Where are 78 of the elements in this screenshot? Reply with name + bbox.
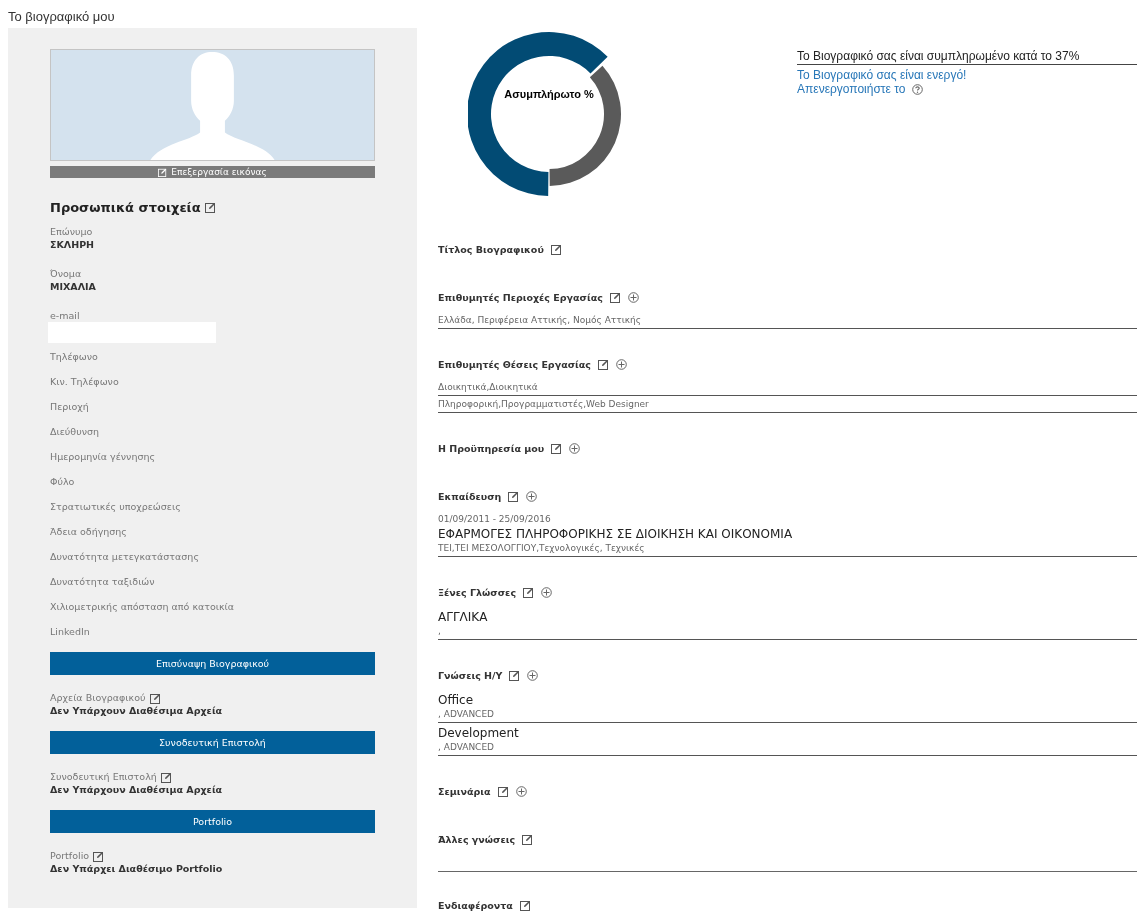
entry-detail: , ADVANCED: [438, 741, 496, 754]
field-value: Δεν Υπάρχουν Διαθέσιμα Αρχεία: [50, 704, 224, 718]
field-label: Διεύθυνση: [50, 426, 100, 438]
add-icon[interactable]: [627, 291, 639, 303]
field-label: Συνοδευτική Επιστολή: [50, 771, 157, 783]
section-heading: Προσωπικά στοιχεία: [50, 200, 201, 215]
field-value: Δεν Υπάρχει Διαθέσιμο Portfolio: [50, 862, 224, 876]
field-label: Στρατιωτικές υποχρεώσεις: [50, 501, 182, 513]
field-value: ΣΚΛΗΡΗ: [50, 238, 96, 252]
field-label: Ημερομηνία γέννησης: [50, 451, 157, 463]
section-heading: Ξένες Γλώσσες: [438, 586, 517, 598]
field-label: Άδεια οδήγησης: [50, 526, 128, 538]
active-status: Το Βιογραφικό σας είναι ενεργό!: [797, 68, 968, 82]
field-label: Επώνυμο: [50, 226, 94, 238]
entry-title: ΕΦΑΡΜΟΓΕΣ ΠΛΗΡΟΦΟΡΙΚΗΣ ΣΕ ΔΙΟΙΚΗΣΗ ΚΑΙ ΟΙΚΟΝΟΜΙΑ: [438, 526, 794, 542]
attach-button[interactable]: Επισύναψη Βιογραφικού: [50, 652, 375, 675]
field-label: Κιν. Τηλέφωνο: [50, 376, 120, 388]
field-label: Αρχεία Βιογραφικού: [50, 692, 146, 704]
section-heading: Γνώσεις Η/Υ: [438, 669, 503, 681]
entry-title: Development: [438, 725, 520, 741]
field-label: e-mail: [50, 310, 81, 322]
section-heading: Εκπαίδευση: [438, 490, 502, 502]
deactivate-link[interactable]: Απενεργοποιήστε το: [797, 82, 906, 96]
edit-icon: [158, 167, 168, 177]
edit-icon[interactable]: [523, 586, 535, 598]
chart-label: Ασυμπλήρωτο %: [504, 88, 594, 100]
field-label: Portfolio: [50, 850, 90, 862]
edit-icon[interactable]: [508, 490, 520, 502]
field-label: Δυνατότητα μετεγκατάστασης: [50, 551, 200, 563]
section-heading: Άλλες γνώσεις: [438, 833, 516, 845]
entry-detail: Διοικητικά,Διοικητικά: [438, 381, 539, 394]
field-label: Δυνατότητα ταξιδιών: [50, 576, 156, 588]
field-label: Φύλο: [50, 476, 76, 488]
add-icon[interactable]: [569, 442, 581, 454]
field-value: Δεν Υπάρχουν Διαθέσιμα Αρχεία: [50, 783, 224, 797]
add-icon[interactable]: [527, 669, 539, 681]
edit-icon[interactable]: [93, 850, 105, 862]
help-icon[interactable]: [911, 83, 923, 95]
entry-detail: Πληροφορική,Προγραμματιστές,Web Designer: [438, 398, 650, 411]
edit-icon[interactable]: [519, 899, 531, 911]
attach-button[interactable]: Portfolio: [50, 810, 375, 833]
add-icon[interactable]: [541, 586, 553, 598]
section-heading: Η Προϋπηρεσία μου: [438, 442, 545, 454]
entry-title: Office: [438, 692, 475, 708]
add-icon[interactable]: [526, 490, 538, 502]
add-icon[interactable]: [515, 785, 527, 797]
section-heading: Επιθυμητές Περιοχές Εργασίας: [438, 291, 603, 303]
edit-photo-button[interactable]: Επεξεργασία εικόνας: [50, 166, 375, 178]
edit-icon[interactable]: [204, 202, 216, 213]
section-heading: Επιθυμητές Θέσεις Εργασίας: [438, 358, 591, 370]
field-label: Χιλιομετρικής απόσταση από κατοικία: [50, 601, 236, 613]
edit-icon[interactable]: [160, 771, 172, 783]
edit-icon[interactable]: [551, 442, 563, 454]
entry-detail: Ελλάδα, Περιφέρεια Αττικής, Νομός Αττικής: [438, 314, 643, 327]
field-label: Όνομα: [50, 268, 83, 280]
entry-detail: ,: [438, 625, 442, 638]
entry-detail: , ADVANCED: [438, 708, 496, 721]
attach-button[interactable]: Συνοδευτική Επιστολή: [50, 731, 375, 754]
entry-title: ΑΓΓΛΙΚΑ: [438, 609, 489, 625]
edit-icon[interactable]: [149, 692, 161, 704]
field-label: Τηλέφωνο: [50, 351, 99, 363]
edit-icon[interactable]: [550, 243, 562, 255]
entry-detail: 01/09/2011 - 25/09/2016: [438, 513, 552, 526]
completion-status: Το Βιογραφικό σας είναι συμπληρωμένο κατά το 37%: [797, 49, 1137, 65]
edit-icon[interactable]: [597, 358, 609, 370]
field-label: Περιοχή: [50, 401, 90, 413]
edit-icon[interactable]: [609, 291, 621, 303]
edit-icon[interactable]: [497, 785, 509, 797]
edit-icon[interactable]: [509, 669, 521, 681]
section-heading: Σεμινάρια: [438, 785, 491, 797]
field-label: LinkedIn: [50, 626, 91, 638]
entry-detail: ΤΕΙ,ΤΕΙ ΜΕΣΟΛΟΓΓΙΟΥ,Τεχνολογικές, Τεχνικές: [438, 542, 646, 555]
field-value: ΜΙΧΑΛΙΑ: [50, 280, 97, 294]
section-heading: Τίτλος Βιογραφικού: [438, 243, 544, 255]
add-icon[interactable]: [615, 358, 627, 370]
edit-icon[interactable]: [522, 833, 534, 845]
section-heading: Ενδιαφέροντα: [438, 899, 513, 911]
page-title: Το βιογραφικό μου: [7, 8, 116, 26]
